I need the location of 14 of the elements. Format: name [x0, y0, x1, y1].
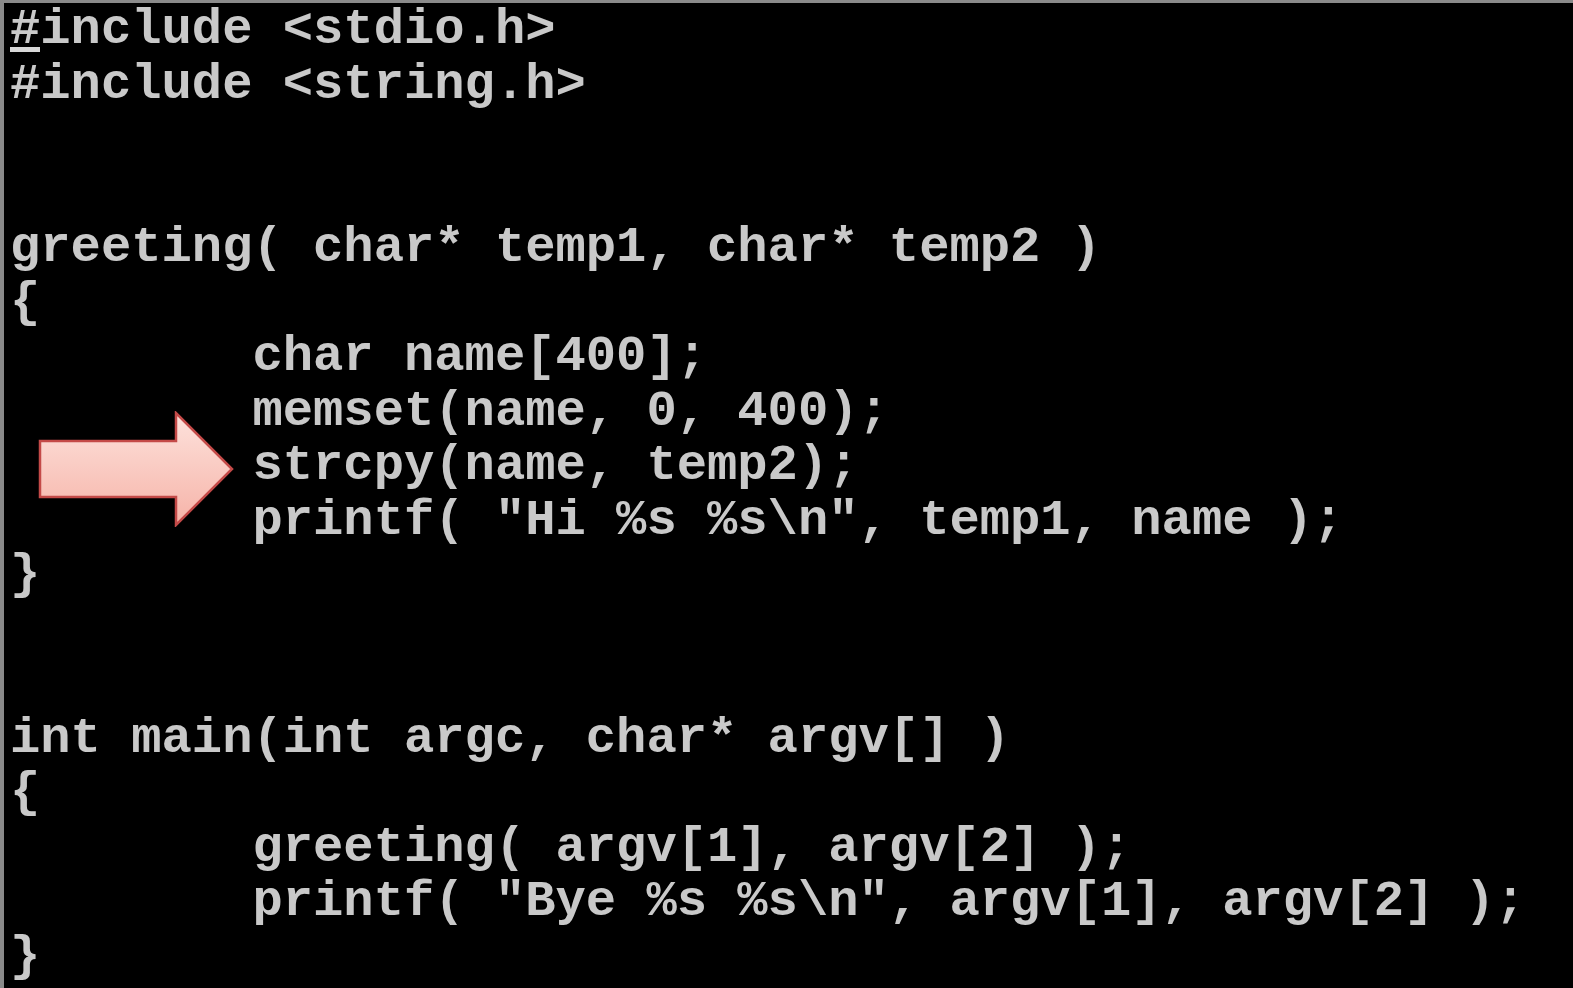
code-line: memset(name, 0, 400); [252, 384, 889, 439]
code-line: #include <stdio.h> [10, 3, 556, 58]
code-line: greeting( char* temp1, char* temp2 ) [10, 221, 1101, 276]
code-line: printf( "Hi %s %s\n", temp1, name ); [252, 493, 1344, 548]
code-line: int main(int argc, char* argv[] ) [10, 711, 1011, 766]
code-line: } [10, 929, 41, 984]
code-line: char name[400]; [252, 330, 707, 385]
code-line: printf( "Bye %s %s\n", argv[1], argv[2] ); [252, 875, 1526, 930]
code-line: strcpy(name, temp2); [252, 439, 859, 494]
code-line: greeting( argv[1], argv[2] ); [252, 820, 1132, 875]
code-line: { [10, 766, 41, 821]
code-line: } [10, 548, 41, 603]
code-line: #include <string.h> [10, 57, 586, 112]
code-line: { [10, 275, 41, 330]
